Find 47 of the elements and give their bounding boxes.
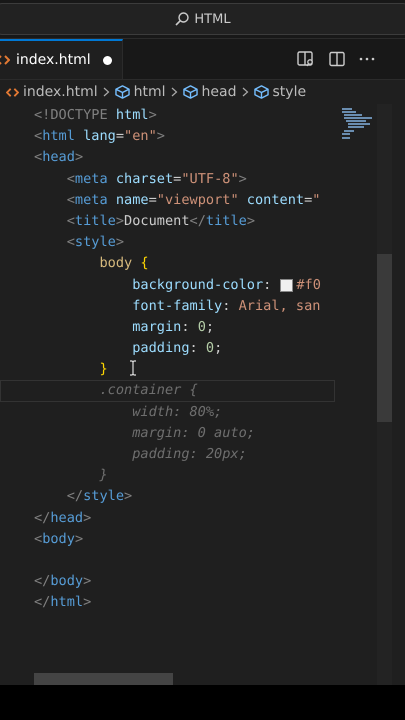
code-line: <!DOCTYPE html>	[34, 106, 157, 125]
horizontal-scrollbar-thumb[interactable]	[34, 673, 173, 685]
code-line: background-color:	[131, 276, 272, 294]
editor-tab[interactable]: index.html	[0, 39, 123, 79]
code-line: <html lang="en">	[34, 127, 165, 146]
code-line: body {	[98, 254, 149, 274]
code-line: <meta name="viewport" content="	[66, 190, 320, 210]
text-cursor-icon	[129, 360, 137, 376]
code-line: margin: 0;	[131, 318, 214, 337]
code-line: font-family: Arial, san	[131, 296, 320, 316]
search-icon	[174, 11, 190, 27]
code-line: <style>	[66, 233, 124, 252]
split-editor-icon[interactable]	[329, 51, 345, 67]
code-line: #f0	[296, 276, 321, 294]
code-line: </body>	[34, 572, 92, 592]
code-line: </html>	[34, 593, 92, 612]
code-line: <meta charset="UTF-8">	[66, 170, 247, 189]
code-file-icon	[6, 86, 19, 98]
ghost-suggestion-line: padding: 20px;	[131, 445, 247, 464]
cube-icon	[182, 85, 198, 99]
vertical-scrollbar-thumb[interactable]	[377, 254, 392, 422]
open-preview-icon[interactable]	[297, 51, 315, 67]
chevron-right-icon	[170, 87, 178, 97]
code-line: </style>	[66, 487, 132, 506]
more-icon[interactable]	[359, 57, 375, 61]
breadcrumb-item[interactable]: head	[182, 84, 236, 100]
command-center-search[interactable]: HTML	[0, 3, 405, 35]
ghost-suggestion-line: .container {	[98, 381, 198, 400]
cube-icon	[254, 85, 268, 99]
code-line: <head>	[34, 148, 84, 168]
cube-icon	[114, 85, 130, 99]
color-swatch-icon[interactable]	[280, 278, 294, 292]
code-line: <body>	[34, 530, 84, 549]
breadcrumb-item[interactable]: html	[114, 84, 166, 100]
code-file-icon	[0, 54, 10, 66]
ghost-suggestion-line: width: 80%;	[131, 402, 222, 422]
ghost-suggestion-line: margin: 0 auto;	[131, 424, 255, 443]
code-line: }	[98, 360, 108, 380]
tab-label: index.html	[16, 52, 91, 68]
chevron-right-icon	[242, 87, 248, 97]
code-line: padding: 0;	[131, 339, 222, 358]
ghost-suggestion-line: }	[98, 466, 108, 486]
code-line: </head>	[34, 508, 92, 528]
code-line: <title>Document</title>	[66, 212, 255, 231]
chevron-right-icon	[102, 87, 110, 97]
breadcrumb-item[interactable]: index.html	[6, 84, 98, 100]
breadcrumb-item[interactable]: style	[254, 84, 306, 100]
